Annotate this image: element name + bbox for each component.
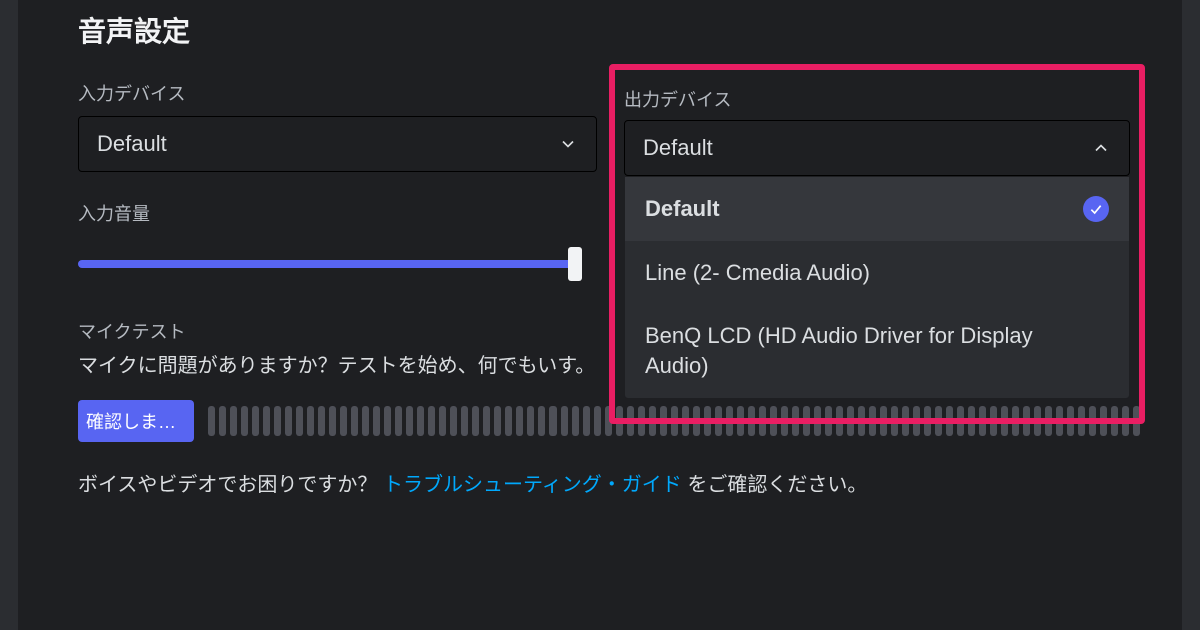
input-device-label: 入力デバイス bbox=[78, 80, 597, 106]
chevron-up-icon bbox=[1091, 138, 1111, 158]
chevron-down-icon bbox=[558, 134, 578, 154]
option-label: BenQ LCD (HD Audio Driver for Display Au… bbox=[645, 321, 1109, 380]
footer-suffix: をご確認ください。 bbox=[682, 474, 868, 496]
output-device-option[interactable]: Default bbox=[625, 177, 1129, 241]
mic-test-button[interactable]: 確認しまし... bbox=[78, 400, 194, 442]
mic-level-meter bbox=[208, 406, 1140, 436]
slider-thumb[interactable] bbox=[568, 247, 582, 281]
output-device-value: Default bbox=[643, 135, 713, 161]
output-device-option[interactable]: Line (2- Cmedia Audio) bbox=[625, 241, 1129, 305]
troubleshooting-link[interactable]: トラブルシューティング・ガイド bbox=[383, 474, 682, 496]
help-footer: ボイスやビデオでお困りですか？ トラブルシューティング・ガイド をご確認ください… bbox=[78, 468, 1140, 497]
option-label: Line (2- Cmedia Audio) bbox=[645, 258, 880, 288]
mic-test-description: マイクに問題がありますか？テストを始め、何でもいす。 bbox=[78, 350, 598, 382]
input-volume-slider[interactable] bbox=[78, 260, 576, 268]
output-device-option[interactable]: BenQ LCD (HD Audio Driver for Display Au… bbox=[625, 304, 1129, 397]
output-device-select[interactable]: Default bbox=[624, 120, 1130, 176]
input-device-value: Default bbox=[97, 131, 167, 157]
check-icon bbox=[1083, 196, 1109, 222]
option-label: Default bbox=[645, 194, 730, 224]
section-title: 音声設定 bbox=[78, 10, 1140, 50]
output-device-dropdown: Default Line (2- Cmedia Audio) BenQ LCD (H… bbox=[624, 176, 1130, 399]
input-device-select[interactable]: Default bbox=[78, 116, 597, 172]
output-device-label: 出力デバイス bbox=[624, 86, 731, 112]
footer-prefix: ボイスやビデオでお困りですか？ bbox=[78, 474, 383, 496]
